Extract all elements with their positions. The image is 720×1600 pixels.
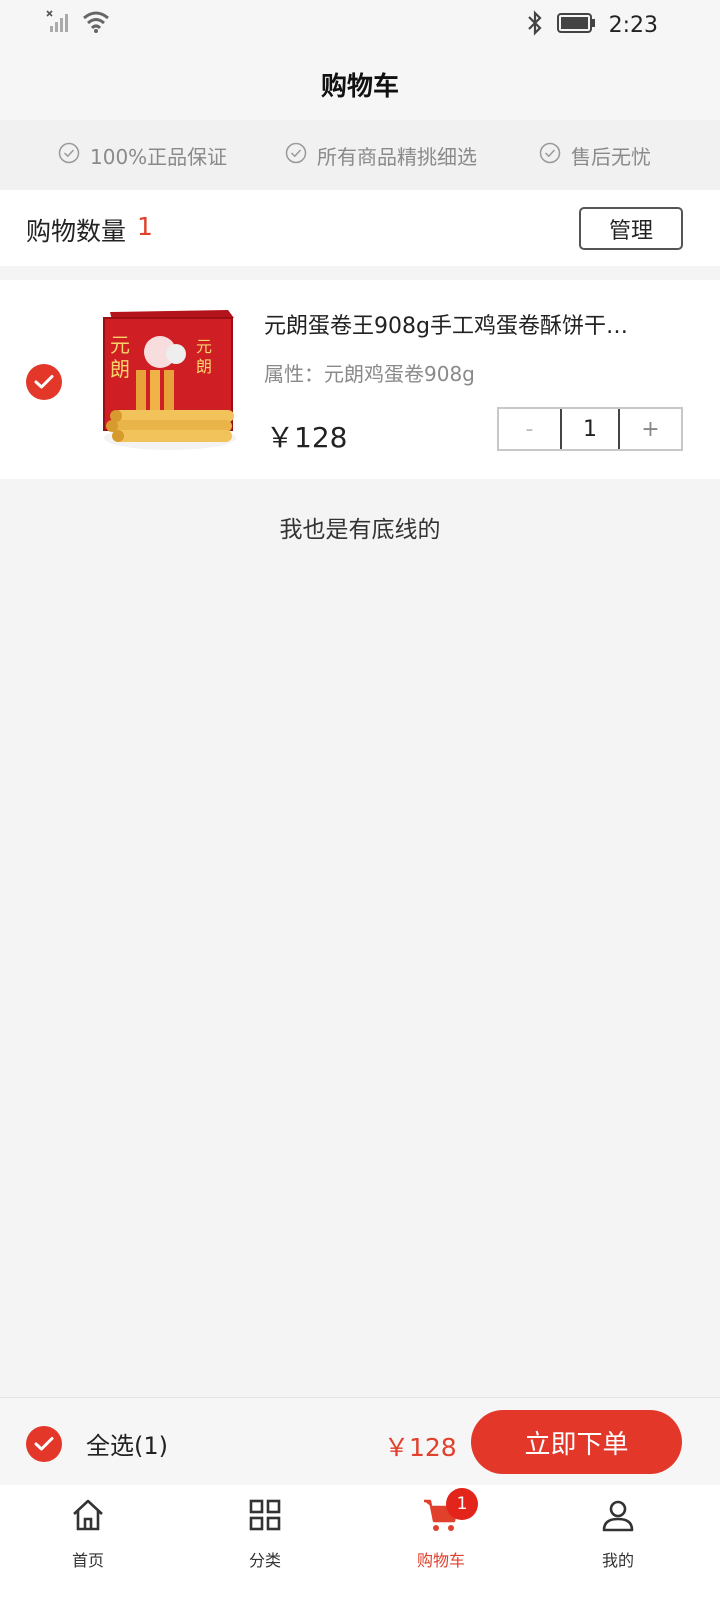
svg-text:元: 元 [196, 337, 212, 356]
bluetooth-icon [525, 10, 545, 40]
svg-text:朗: 朗 [110, 357, 130, 381]
tab-label: 购物车 [416, 1551, 465, 1570]
cart-badge: 1 [446, 1488, 478, 1520]
tab-label: 首页 [71, 1551, 104, 1570]
status-bar: 2:23 [0, 0, 720, 48]
quantity-stepper: - 1 + [497, 407, 683, 451]
check-circle-icon [285, 142, 307, 168]
guarantee-item: 售后无忧 [539, 120, 651, 190]
header: 购物车 [0, 48, 720, 120]
tab-label: 我的 [601, 1551, 634, 1570]
svg-text:朗: 朗 [196, 357, 212, 376]
guarantee-label: 售后无忧 [571, 144, 651, 169]
checkmark-icon [34, 375, 54, 389]
select-all-label[interactable]: 全选(1) [86, 1426, 168, 1461]
tab-category[interactable]: 分类 [215, 1495, 315, 1570]
guarantee-item: 100%正品保证 [58, 120, 227, 190]
manage-button[interactable]: 管理 [579, 207, 683, 250]
guarantee-bar: 100%正品保证 所有商品精挑细选 售后无忧 [0, 120, 720, 190]
select-all-checkbox[interactable] [26, 1426, 62, 1462]
quantity-input[interactable]: 1 [560, 409, 620, 449]
guarantee-label: 所有商品精挑细选 [317, 144, 477, 169]
user-icon [600, 1497, 636, 1537]
battery-icon [556, 12, 597, 38]
cart-count-value: 1 [137, 212, 153, 241]
check-circle-icon [539, 142, 561, 168]
item-select-checkbox[interactable] [26, 364, 62, 400]
grid-icon [247, 1497, 283, 1537]
product-title[interactable]: 元朗蛋卷王908g手工鸡蛋卷酥饼干… [264, 308, 684, 340]
product-image[interactable]: 元 朗 元 朗 [100, 306, 242, 454]
product-price: ￥128 [266, 421, 348, 454]
status-time: 2:23 [608, 12, 658, 38]
place-order-button[interactable]: 立即下单 [471, 1410, 682, 1474]
guarantee-label: 100%正品保证 [90, 144, 228, 169]
increment-button[interactable]: + [620, 409, 681, 449]
total-price: ￥128 [384, 1433, 457, 1462]
tab-label: 分类 [248, 1551, 281, 1570]
wifi-icon [82, 10, 110, 38]
svg-text:元: 元 [110, 333, 130, 357]
check-circle-icon [58, 142, 80, 168]
bottom-tab-bar: 首页 分类 购物车 我的 [0, 1485, 720, 1600]
cart-count-label: 购物数量 [26, 217, 127, 246]
checkmark-icon [34, 1437, 54, 1451]
tab-mine[interactable]: 我的 [568, 1495, 668, 1570]
checkout-bar: 全选(1) ￥128 立即下单 [0, 1397, 720, 1485]
home-icon [70, 1497, 106, 1537]
guarantee-item: 所有商品精挑细选 [285, 120, 477, 190]
page-title: 购物车 [320, 71, 399, 102]
decrement-button[interactable]: - [499, 409, 560, 449]
cart-count-row: 购物数量 1 管理 [0, 190, 720, 266]
end-of-list-notice: 我也是有底线的 [279, 517, 441, 543]
product-attribute: 属性：元朗鸡蛋卷908g [264, 362, 475, 386]
cart-item: 元 朗 元 朗 元朗蛋卷王908g手工鸡蛋卷酥饼干… 属性：元朗鸡蛋卷908g … [0, 280, 720, 479]
tab-home[interactable]: 首页 [38, 1495, 138, 1570]
signal-icon [46, 10, 72, 38]
